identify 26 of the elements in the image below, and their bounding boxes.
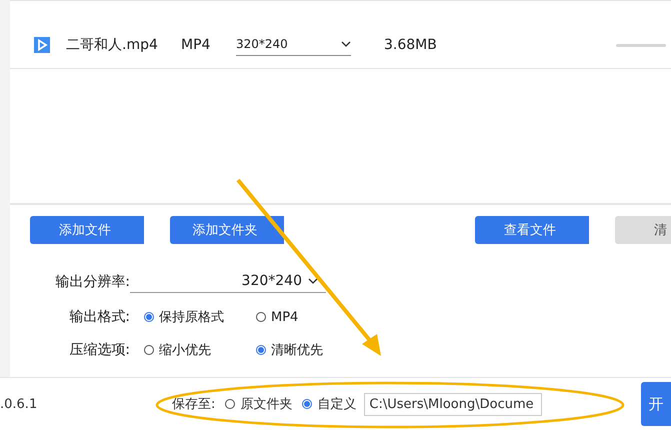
action-button[interactable]: 查看文件 [475,216,589,244]
caret-icon [308,278,318,284]
radio-option[interactable]: 清晰优先 [256,341,368,359]
option-label: 输出格式: [68,308,130,326]
clear-button[interactable]: 清 [615,216,671,244]
file-format: MP4 [181,36,212,52]
file-size: 3.68MB [384,36,438,52]
radio-option[interactable]: 自定义 [302,395,356,413]
save-label: 保存至: [172,396,216,413]
radio-option[interactable]: 保持原格式 [144,308,256,326]
caret-icon [341,41,351,47]
file-name: 二哥和人.mp4 [66,36,159,54]
video-file-icon [34,36,50,52]
progress-track [616,44,666,47]
resolution-select[interactable]: 320*240 [130,270,326,293]
radio-option[interactable]: 缩小优先 [144,341,256,359]
option-label: 压缩选项: [68,341,130,359]
resolution-dropdown[interactable]: 320*240 [236,33,351,56]
radio-option[interactable]: 原文件夹 [225,395,292,413]
resolution-label: 输出分辨率: [54,272,130,290]
version-text: .0.6.1 [0,396,38,412]
radio-option[interactable]: MP4 [256,310,368,324]
path-field[interactable]: C:\Users\Mloong\Docume [364,392,542,416]
action-button[interactable]: 添加文件 [30,216,144,244]
start-button[interactable]: 开 [641,382,671,426]
action-button[interactable]: 添加文件夹 [170,216,284,244]
